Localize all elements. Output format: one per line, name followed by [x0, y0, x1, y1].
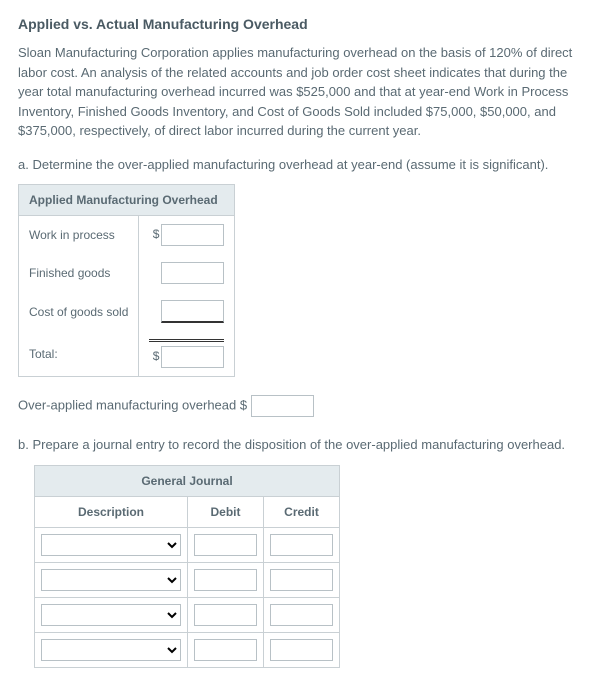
overapplied-amount-input[interactable]: [251, 395, 314, 417]
gj-debit-input[interactable]: [194, 639, 257, 661]
applied-overhead-table: Applied Manufacturing Overhead Work in p…: [18, 184, 235, 377]
cogs-amount-input[interactable]: [161, 300, 224, 323]
overapplied-label: Over-applied manufacturing overhead $: [18, 397, 247, 412]
gj-description-select[interactable]: [41, 569, 181, 591]
amo-row-label: Work in process: [19, 216, 139, 255]
gj-description-select[interactable]: [41, 604, 181, 626]
general-journal-table: General Journal Description Debit Credit: [34, 465, 340, 668]
gj-credit-input[interactable]: [270, 604, 333, 626]
gj-credit-input[interactable]: [270, 569, 333, 591]
gj-col-debit: Debit: [188, 496, 264, 527]
question-a: a. Determine the over-applied manufactur…: [18, 155, 580, 175]
amo-row-label: Total:: [19, 331, 139, 377]
gj-title: General Journal: [35, 465, 340, 496]
gj-debit-input[interactable]: [194, 534, 257, 556]
dollar-sign: $: [149, 225, 159, 243]
dollar-sign: $: [149, 347, 159, 365]
amo-row-label: Cost of goods sold: [19, 292, 139, 331]
fg-amount-input[interactable]: [161, 262, 224, 284]
gj-col-description: Description: [35, 496, 188, 527]
total-amount-input[interactable]: [161, 346, 224, 368]
amo-row-label: Finished goods: [19, 254, 139, 292]
wip-amount-input[interactable]: [161, 224, 224, 246]
gj-debit-input[interactable]: [194, 604, 257, 626]
gj-col-credit: Credit: [264, 496, 340, 527]
gj-description-select[interactable]: [41, 534, 181, 556]
amo-header: Applied Manufacturing Overhead: [19, 185, 235, 216]
page-title: Applied vs. Actual Manufacturing Overhea…: [18, 14, 580, 35]
gj-credit-input[interactable]: [270, 639, 333, 661]
gj-debit-input[interactable]: [194, 569, 257, 591]
gj-description-select[interactable]: [41, 639, 181, 661]
intro-text: Sloan Manufacturing Corporation applies …: [18, 43, 580, 141]
question-b: b. Prepare a journal entry to record the…: [18, 435, 580, 455]
gj-credit-input[interactable]: [270, 534, 333, 556]
